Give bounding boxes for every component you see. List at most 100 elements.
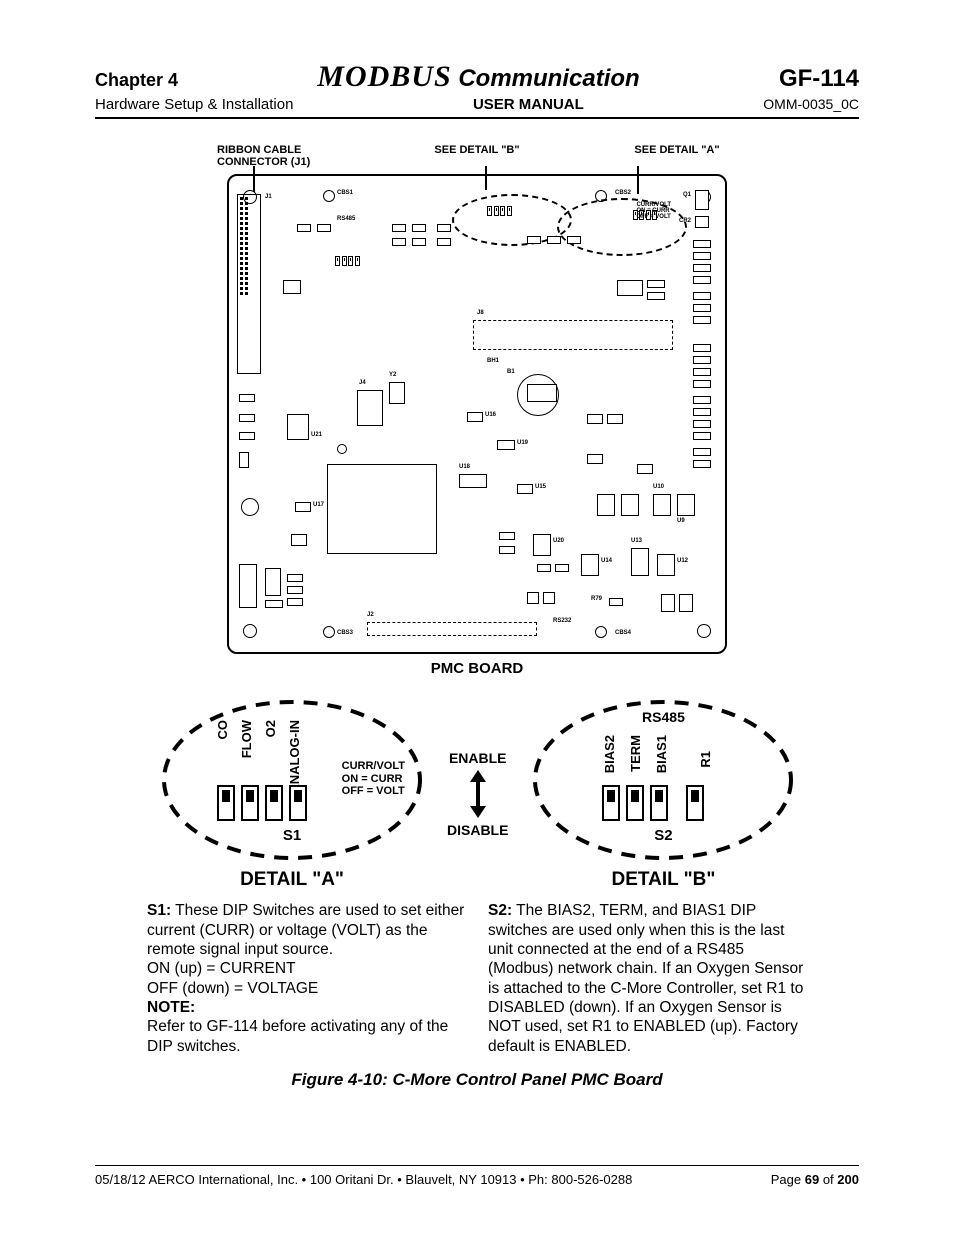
title-communication: Communication <box>452 65 640 92</box>
s2-dip-switches <box>602 785 704 821</box>
r-chip <box>392 224 406 232</box>
detail-b-title: DETAIL "B" <box>612 869 716 891</box>
u8-chip <box>283 280 301 294</box>
r-chip <box>693 460 711 468</box>
s1-off-text: OFF (down) = VOLTAGE <box>147 979 466 998</box>
curr-volt-mini: CURR/VOLT ON = CURR OFF = VOLT <box>636 202 671 220</box>
detail-b-ellipse: RS485 BIAS2 TERM BIAS1 R1 S2 <box>528 695 798 865</box>
u16-ref: U16 <box>485 412 496 418</box>
s2-label: S2 <box>654 827 672 844</box>
dip-switch-icon <box>626 785 644 821</box>
u12-chip <box>657 554 675 576</box>
u9-ref: U9 <box>677 518 685 524</box>
c-chip <box>679 594 693 612</box>
r1-label: R1 <box>698 751 713 768</box>
rs232-ref: RS232 <box>553 618 571 624</box>
double-arrow-icon <box>470 770 486 818</box>
mounting-hole-icon <box>243 624 257 638</box>
bias2-label: BIAS2 <box>602 735 617 773</box>
cr2-chip <box>695 216 709 228</box>
ds4-chip <box>527 592 539 604</box>
cbs2-ref: CBS2 <box>615 190 631 196</box>
u19-ref: U19 <box>517 440 528 446</box>
curr-volt-text: CURR/VOLT ON = CURR OFF = VOLT <box>342 760 405 798</box>
page-number: 69 <box>805 1172 819 1187</box>
r-chip <box>567 236 581 244</box>
r-chip <box>607 414 623 424</box>
u17-ref: U17 <box>313 502 324 508</box>
mounting-hole-icon <box>697 624 711 638</box>
chapter-label: Chapter 4 <box>95 70 178 91</box>
s1-dip-switches <box>217 785 307 821</box>
leader-line <box>485 166 487 190</box>
analog-in-label: ANALOG-IN <box>287 720 302 794</box>
u12-ref: U12 <box>677 558 688 564</box>
see-detail-b-label: SEE DETAIL "B" <box>417 144 537 168</box>
r-chip <box>547 236 561 244</box>
s1-on-text: ON (up) = CURRENT <box>147 959 466 978</box>
q1-chip <box>695 190 709 210</box>
c-chip <box>239 432 255 440</box>
cbs1-hole-icon <box>323 190 335 202</box>
subtitle-left: Hardware Setup & Installation <box>95 96 293 113</box>
description-row: S1: These DIP Switches are used to set e… <box>147 901 807 1056</box>
pmc-board-wrap: CBS1 CBS2 CBS3 CBS4 J1 <box>217 174 737 677</box>
detail-a-col: CO FLOW O2 ANALOG-IN CURR/VOLT ON = CURR… <box>157 695 427 891</box>
cbs4-hole-icon <box>595 626 607 638</box>
r-chip <box>412 224 426 232</box>
r-chip <box>693 264 711 272</box>
u18-ref: U18 <box>459 464 470 470</box>
c-chip <box>499 532 515 540</box>
j2-header <box>367 622 537 636</box>
pmc-board-caption: PMC BOARD <box>217 660 737 677</box>
detail-a-ellipse: CO FLOW O2 ANALOG-IN CURR/VOLT ON = CURR… <box>157 695 427 865</box>
main-ic-chip <box>327 464 437 554</box>
u15-chip <box>517 484 533 494</box>
leader-line <box>253 166 255 192</box>
j1-ref: J1 <box>265 194 272 200</box>
r-chip <box>287 598 303 606</box>
r-chip <box>587 454 603 464</box>
r79-chip <box>609 598 623 606</box>
ribbon-cable-label: RIBBON CABLE CONNECTOR (J1) <box>217 144 337 168</box>
r-chip <box>693 380 711 388</box>
j4-header <box>357 390 383 426</box>
cbs4-ref: CBS4 <box>615 630 631 636</box>
s1-prefix: S1: <box>147 902 171 919</box>
u16-chip <box>467 412 483 422</box>
detail-b-col: RS485 BIAS2 TERM BIAS1 R1 S2 DETAIL "B" <box>528 695 798 891</box>
enable-label: ENABLE <box>449 750 507 766</box>
r-chip <box>412 238 426 246</box>
r-chip <box>693 316 711 324</box>
s2-prefix: S2: <box>488 902 512 919</box>
r-chip <box>437 238 451 246</box>
j8-header <box>473 320 673 350</box>
y1-crystal <box>291 534 307 546</box>
r-chip <box>587 414 603 424</box>
u21-ref: U21 <box>311 432 322 438</box>
cbs1-ref: CBS1 <box>337 190 353 196</box>
detail-a-title: DETAIL "A" <box>240 869 344 891</box>
c-chip <box>239 414 255 422</box>
r-chip <box>693 408 711 416</box>
note-heading: NOTE: <box>147 999 195 1016</box>
r-chip <box>693 368 711 376</box>
r-chip <box>297 224 311 232</box>
bias1-label: BIAS1 <box>654 735 669 773</box>
u14-ref: U14 <box>601 558 612 564</box>
r-chip <box>527 236 541 244</box>
r-chip <box>693 276 711 284</box>
dip-switch-icon <box>686 785 704 821</box>
u20-chip <box>533 534 551 556</box>
r-chip <box>637 464 653 474</box>
r-chip <box>693 292 711 300</box>
page-total: 200 <box>837 1172 859 1187</box>
j2-ref: J2 <box>367 612 374 618</box>
c-chip <box>555 564 569 572</box>
rs485-label: RS485 <box>642 709 685 725</box>
dip-switch-icon <box>241 785 259 821</box>
o2-label: O2 <box>263 720 278 737</box>
ds-chip <box>265 568 281 596</box>
title-modbus: MODBUS <box>317 60 451 93</box>
footer-page: Page 69 of 200 <box>771 1172 859 1187</box>
